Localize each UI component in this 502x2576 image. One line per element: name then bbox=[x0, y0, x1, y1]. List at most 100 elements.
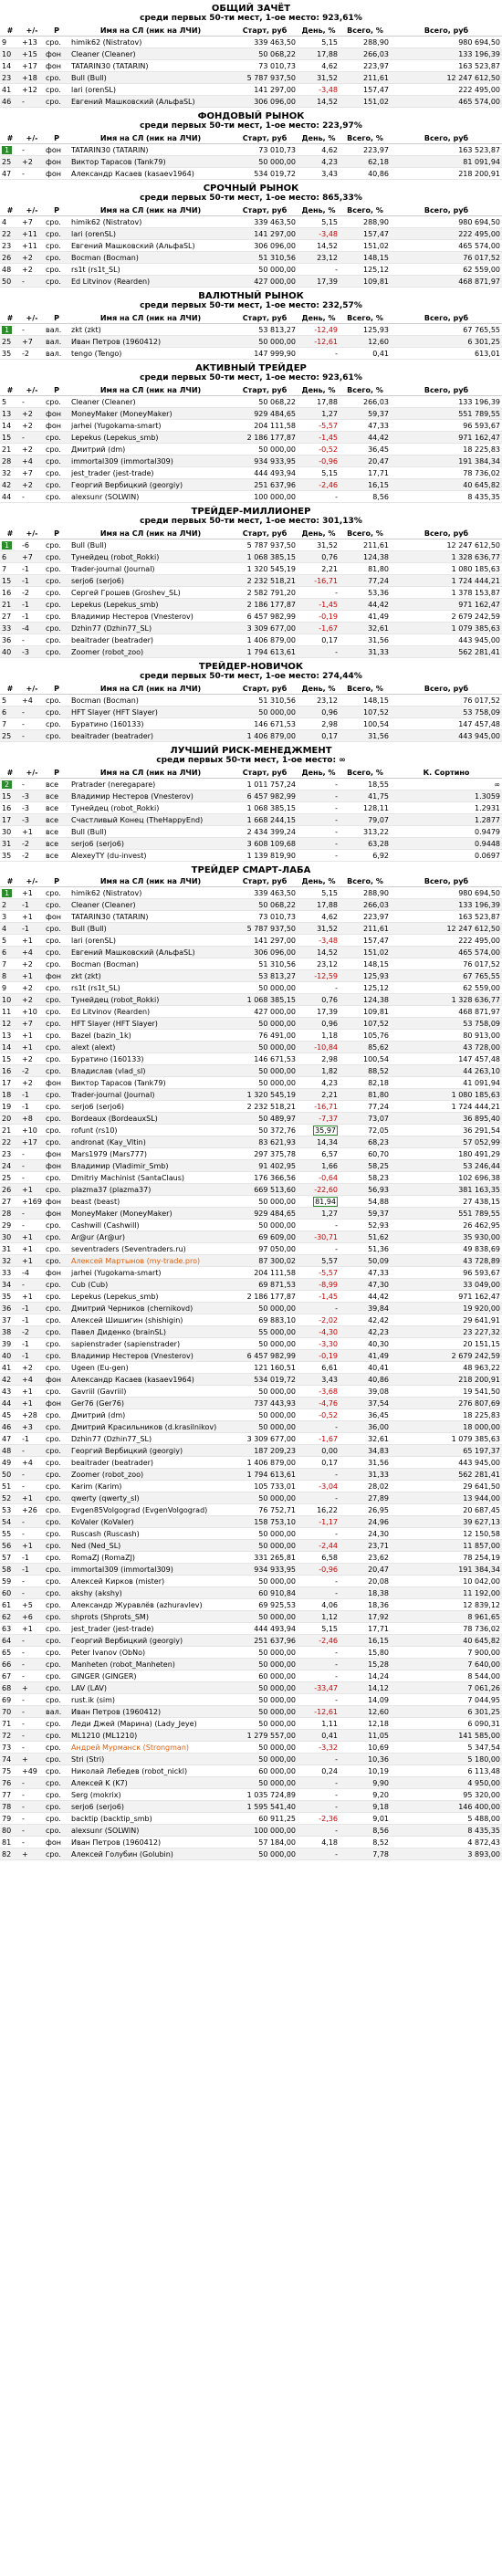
table-row[interactable]: 5 +4 сро. Bocman (Bocman) 51 310,56 23,12 148,… bbox=[0, 694, 502, 707]
table-row[interactable]: 21 -1 сро. Lepekus (Lepekus_smb) 2 186 177,8… bbox=[0, 598, 502, 611]
table-row[interactable]: 25 +2 фон Виктор Тарасов (Tank79) 50 000,00 4… bbox=[0, 155, 502, 168]
column-header[interactable]: Старт, руб bbox=[232, 683, 298, 695]
table-row[interactable]: 28 +4 сро. immortal309 (immortal309) 934 933… bbox=[0, 455, 502, 467]
table-row[interactable]: 32 +1 сро. Алексей Мартынов (my-trade.pro) 8… bbox=[0, 1254, 502, 1267]
table-row[interactable]: 32 +7 сро. jest_trader (jest-trade) 444 493,… bbox=[0, 466, 502, 479]
table-row[interactable]: 49 +4 сро. beaitrader (beatrader) 1 406 879,… bbox=[0, 1456, 502, 1469]
table-row[interactable]: 3 +1 фон TATARIN30 (TATARIN) 73 010,73 4,62 22… bbox=[0, 910, 502, 923]
table-row[interactable]: 30 +1 сро. Ar@ur (Ar@ur) 69 609,00 -30,71 51,6… bbox=[0, 1230, 502, 1243]
table-row[interactable]: 6- сро. HFT Slayer (HFT Slayer) 50 000,00 0,… bbox=[0, 706, 502, 718]
column-header[interactable]: Всего, руб bbox=[391, 528, 502, 539]
table-row[interactable]: 43 +1 сро. Gavriil (Gavriil) 50 000,00 -3,68 3… bbox=[0, 1385, 502, 1398]
table-row[interactable]: 73- сро. Андрей Мурманск (Strongman) 50 000… bbox=[0, 1741, 502, 1754]
column-header[interactable]: # bbox=[0, 25, 20, 37]
column-header[interactable]: Всего, руб bbox=[391, 132, 502, 144]
table-row[interactable]: 54- сро. KoValer (KoValer) 158 753,10 -1,17 2… bbox=[0, 1515, 502, 1528]
column-header[interactable]: День, % bbox=[298, 132, 340, 144]
column-header[interactable]: Имя на СЛ (ник на ЛЧИ) bbox=[69, 25, 232, 37]
table-row[interactable]: 37 -1 сро. Алексей Шишигин (shishigin) 69 88… bbox=[0, 1314, 502, 1326]
table-row[interactable]: 64- сро. Георгий Вербицкий (georgiy) 251 63… bbox=[0, 1634, 502, 1647]
column-header[interactable]: +/- bbox=[20, 528, 44, 539]
table-row[interactable]: 78- сро. serjo6 (serjo6) 1 595 541,40-9,18 1… bbox=[0, 1800, 502, 1813]
column-header[interactable]: Всего, % bbox=[340, 204, 391, 216]
table-row[interactable]: 67- сро. GINGER (GINGER) 60 000,00-14,24 8 5… bbox=[0, 1670, 502, 1682]
table-row[interactable]: 11 +10 сро. Ed Litvinov (Rearden) 427 000,00… bbox=[0, 1005, 502, 1018]
table-row[interactable]: 31 +1 сро. seventraders (Seventraders.ru) 97… bbox=[0, 1242, 502, 1255]
column-header[interactable]: P bbox=[44, 384, 69, 396]
table-row[interactable]: 52 +1 сро. qwerty (qwerty_sl) 50 000,00-27,8… bbox=[0, 1492, 502, 1504]
column-header[interactable]: День, % bbox=[298, 683, 340, 695]
column-header[interactable]: +/- bbox=[20, 384, 44, 396]
table-row[interactable]: 13 +1 сро. Bazel (bazin_1k) 76 491,00 1,18 105… bbox=[0, 1029, 502, 1042]
column-header[interactable]: День, % bbox=[298, 25, 340, 37]
table-row[interactable]: 77- сро. Serg (mokrix) 1 035 724,89-9,20 95 … bbox=[0, 1788, 502, 1801]
column-header[interactable]: P bbox=[44, 25, 69, 37]
table-row[interactable]: 10 +2 сро. Тунейдец (robot_Rokki) 1 068 385,… bbox=[0, 993, 502, 1006]
table-row[interactable]: 33 -4 фон jarhei (Yugokama-smart) 204 111,58… bbox=[0, 1266, 502, 1279]
column-header[interactable]: Всего, % bbox=[340, 25, 391, 37]
table-row[interactable]: 15 -1 сро. serjo6 (serjo6) 2 232 518,21 -16,7… bbox=[0, 574, 502, 587]
column-header[interactable]: +/- bbox=[20, 767, 44, 779]
column-header[interactable]: День, % bbox=[298, 875, 340, 887]
column-header[interactable]: День, % bbox=[298, 767, 340, 779]
column-header[interactable]: Всего, руб bbox=[391, 875, 502, 887]
table-row[interactable]: 15 -3 все Владимир Нестеров (Vnesterov) 6 45… bbox=[0, 790, 502, 802]
table-row[interactable]: 53 +26 сро. Evgen85Volgograd (EvgenVolgogra… bbox=[0, 1503, 502, 1516]
table-row[interactable]: 22 +17 сро. andronat (Kay_Vltin) 83 621,93 14… bbox=[0, 1136, 502, 1148]
column-header[interactable]: Всего, руб bbox=[391, 204, 502, 216]
table-row[interactable]: 46 +3 сро. Дмитрий Красильников (d.krasilni… bbox=[0, 1420, 502, 1433]
table-row[interactable]: 74 + сро. Stri (Stri) 50 000,00-10,36 5 180,0… bbox=[0, 1753, 502, 1765]
table-row[interactable]: 14 +2 фон jarhei (Yugokama-smart) 204 111,58… bbox=[0, 419, 502, 432]
table-row[interactable]: 16 -2 сро. Сергей Грошев (Groshev_SL) 2 582 … bbox=[0, 586, 502, 599]
column-header[interactable]: P bbox=[44, 875, 69, 887]
table-row[interactable]: 50- сро. Ed Litvinov (Rearden) 427 000,00 17… bbox=[0, 275, 502, 288]
table-row[interactable]: 81- фон Иван Петров (1960412) 57 184,00 4,18… bbox=[0, 1836, 502, 1848]
column-header[interactable]: P bbox=[44, 312, 69, 324]
table-row[interactable]: 23 +18 сро. Bull (Bull) 5 787 937,50 31,52 211… bbox=[0, 71, 502, 84]
table-row[interactable]: 44- сро. alexsunr (SOLWIN) 100 000,00-8,56 8… bbox=[0, 490, 502, 503]
table-row[interactable]: 21 +10 сро. rofunt (rs10) 50 372,76 35,97 72,0… bbox=[0, 1124, 502, 1136]
column-header[interactable]: +/- bbox=[20, 132, 44, 144]
table-row[interactable]: 36 -1 сро. Дмитрий Черников (chernikovd) 50 … bbox=[0, 1302, 502, 1314]
table-row[interactable]: 26 +1 сро. plazma37 (plazma37) 669 513,60 -22… bbox=[0, 1183, 502, 1196]
table-row[interactable]: 61 +5 сро. Александр Журавлёв (azhuravlev) 6… bbox=[0, 1598, 502, 1611]
column-header[interactable]: P bbox=[44, 204, 69, 216]
table-row[interactable]: 8 +1 фон zkt (zkt) 53 813,27 -12,59 125,93 67 7… bbox=[0, 969, 502, 982]
column-header[interactable]: Имя на СЛ (ник на ЛЧИ) bbox=[69, 132, 232, 144]
table-row[interactable]: 79- сро. backtip (backtip_smb) 60 911,25 -2,… bbox=[0, 1812, 502, 1825]
column-header[interactable]: Всего, % bbox=[340, 683, 391, 695]
column-header[interactable]: P bbox=[44, 767, 69, 779]
table-row[interactable]: 13 +2 фон MoneyMaker (MoneyMaker) 929 484,65… bbox=[0, 407, 502, 420]
table-row[interactable]: 47 -1 сро. Dzhin77 (Dzhin77_SL) 3 309 677,00… bbox=[0, 1432, 502, 1445]
table-row[interactable]: 76- сро. Алексей K (K7) 50 000,00-9,90 4 950… bbox=[0, 1776, 502, 1789]
table-row[interactable]: 22 +11 сро. lari (orenSL) 141 297,00 -3,48 157… bbox=[0, 227, 502, 240]
column-header[interactable]: День, % bbox=[298, 312, 340, 324]
table-row[interactable]: 56 +1 сро. Ned (Ned_SL) 50 000,00 -2,44 23,71 1… bbox=[0, 1539, 502, 1552]
column-header[interactable]: Имя на СЛ (ник на ЛЧИ) bbox=[69, 204, 232, 216]
table-row[interactable]: 2- все Pratrader (neregapare) 1 011 757,24-… bbox=[0, 778, 502, 791]
column-header[interactable]: # bbox=[0, 875, 20, 887]
column-header[interactable]: # bbox=[0, 132, 20, 144]
column-header[interactable]: # bbox=[0, 767, 20, 779]
table-row[interactable]: 38 -2 сро. Павел Диденко (brainSL) 55 000,00… bbox=[0, 1325, 502, 1338]
column-header[interactable]: Старт, руб bbox=[232, 767, 298, 779]
table-row[interactable]: 70- вал. Иван Петров (1960412) 50 000,00 -12… bbox=[0, 1705, 502, 1718]
table-row[interactable]: 25 +7 вал. Иван Петров (1960412) 50 000,00 -1… bbox=[0, 335, 502, 348]
column-header[interactable]: Имя на СЛ (ник на ЛЧИ) bbox=[69, 384, 232, 396]
table-row[interactable]: 51- сро. Karim (Karim) 105 733,01 -3,04 28,02… bbox=[0, 1480, 502, 1492]
table-row[interactable]: 42 +4 фон Александр Касаев (kasaev1964) 534 … bbox=[0, 1373, 502, 1386]
table-row[interactable]: 75 +49 сро. Николай Лебедев (robot_nickl) 60… bbox=[0, 1764, 502, 1777]
column-header[interactable]: День, % bbox=[298, 204, 340, 216]
table-row[interactable]: 39 -1 сро. sapienstrader (sapienstrader) 50 … bbox=[0, 1337, 502, 1350]
column-header[interactable]: # bbox=[0, 683, 20, 695]
table-row[interactable]: 4 -1 сро. Bull (Bull) 5 787 937,50 31,52 211,6… bbox=[0, 922, 502, 935]
column-header[interactable]: Имя на СЛ (ник на ЛЧИ) bbox=[69, 528, 232, 539]
table-row[interactable]: 46- сро. Евгений Машковский (АльфаSL) 306 0… bbox=[0, 95, 502, 108]
column-header[interactable]: Старт, руб bbox=[232, 384, 298, 396]
table-row[interactable]: 60- сро. akshy (akshy) 60 910,84-18,38 11 19… bbox=[0, 1586, 502, 1599]
table-row[interactable]: 35 +1 сро. Lepekus (Lepekus_smb) 2 186 177,8… bbox=[0, 1290, 502, 1303]
table-row[interactable]: 10 +15 фон Cleaner (Cleaner) 50 068,22 17,88 2… bbox=[0, 47, 502, 60]
table-row[interactable]: 62 +6 сро. shprots (Shprots_SM) 50 000,00 1,1… bbox=[0, 1610, 502, 1623]
table-row[interactable]: 9 +13 сро. himik62 (Nistratov) 339 463,50 5,1… bbox=[0, 36, 502, 48]
table-row[interactable]: 72- сро. ML1210 (ML1210) 1 279 557,00 0,41 11… bbox=[0, 1729, 502, 1742]
